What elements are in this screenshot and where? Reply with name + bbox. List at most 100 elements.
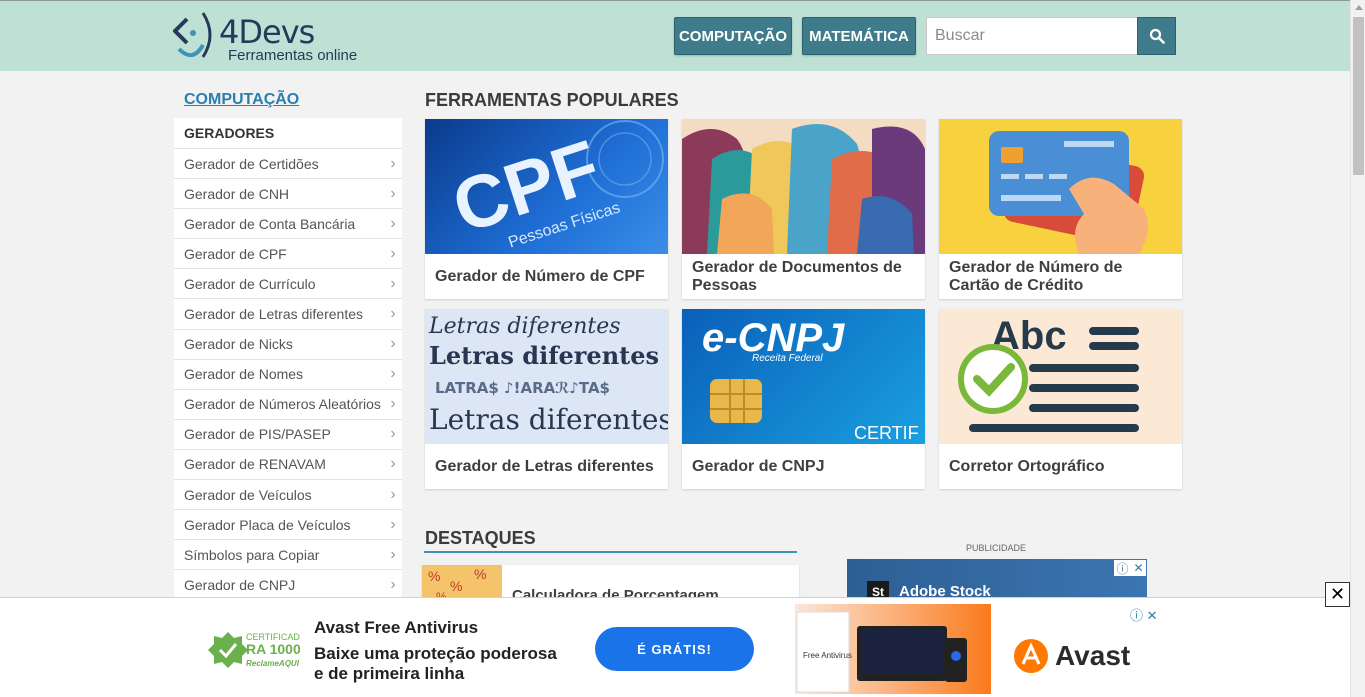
search-icon xyxy=(1149,28,1165,44)
chevron-right-icon: › xyxy=(390,214,396,232)
close-ad-button[interactable]: ✕ xyxy=(1325,582,1350,607)
scroll-thumb[interactable] xyxy=(1353,17,1364,175)
letters-line-4: Letras diferentes xyxy=(429,403,668,436)
scroll-up-arrow-icon[interactable] xyxy=(1355,5,1363,10)
card-label: Gerador de Documentos de Pessoas xyxy=(692,259,902,294)
fancy-letters-icon: Letras diferentes Letras diferentes LATR… xyxy=(428,314,668,436)
sidebar-menu: GERADORES Gerador de Certidões › Gerador … xyxy=(174,118,402,601)
chevron-right-icon: › xyxy=(390,335,396,353)
badge-line-3: ReclameAQUI xyxy=(246,659,300,668)
chevron-right-icon: › xyxy=(390,485,396,503)
cpf-card-image: CPF Pessoas Físicas xyxy=(425,119,668,254)
sidebar-item-cnpj[interactable]: Gerador de CNPJ › xyxy=(174,570,402,601)
popular-tools-title: FERRAMENTAS POPULARES xyxy=(425,90,679,110)
avast-brand-text: Avast xyxy=(1055,640,1131,671)
sidebar-item-curriculo[interactable]: Gerador de Currículo › xyxy=(174,269,402,300)
card-corretor-ortografico[interactable]: Abc Corretor Ortográfico xyxy=(939,309,1182,489)
logo-name: 4Devs xyxy=(219,13,315,51)
card-gerador-letras-diferentes[interactable]: Letras diferentes Letras diferentes LATR… xyxy=(425,309,668,489)
sidebar-item-numeros-aleatorios[interactable]: Gerador de Números Aleatórios › xyxy=(174,390,402,420)
sidebar-item-label: Gerador de Números Aleatórios xyxy=(184,396,381,413)
search-button[interactable] xyxy=(1137,17,1176,55)
chevron-right-icon: › xyxy=(390,274,396,292)
sidebar-item-cpf[interactable]: Gerador de CPF › xyxy=(174,239,402,270)
reclameaqui-badge: CERTIFICADO RA 1000 ReclameAQUI xyxy=(208,626,307,674)
chevron-right-icon: › xyxy=(390,244,396,262)
sidebar-item-certidoes[interactable]: Gerador de Certidões › xyxy=(174,149,402,180)
card-gerador-cpf[interactable]: CPF Pessoas Físicas Gerador de Número de… xyxy=(425,119,668,299)
chevron-right-icon: › xyxy=(390,395,396,413)
ad-info-icon[interactable]: ⓘ xyxy=(1116,560,1128,577)
ecnpj-card-icon: e-CNPJ Receita Federal CERTIF xyxy=(702,316,919,443)
spellcheck-icon: Abc xyxy=(958,314,1139,432)
sidebar-title[interactable]: COMPUTAÇÃO xyxy=(184,91,299,109)
nav-computacao-button[interactable]: COMPUTAÇÃO xyxy=(674,17,792,55)
people-silhouettes-icon xyxy=(682,119,925,254)
card-label: Gerador de CNPJ xyxy=(692,458,825,475)
chevron-right-icon: › xyxy=(390,455,396,473)
sidebar-item-label: Gerador de PIS/PASEP xyxy=(184,426,331,443)
fancy-letters-image: Letras diferentes Letras diferentes LATR… xyxy=(425,309,668,444)
sidebar-item-label: Gerador de Certidões xyxy=(184,155,319,172)
sidebar-item-renavam[interactable]: Gerador de RENAVAM › xyxy=(174,450,402,481)
sidebar-item-label: Gerador de CNH xyxy=(184,185,290,202)
sidebar-item-placa-veiculos[interactable]: Gerador Placa de Veículos › xyxy=(174,510,402,541)
sidebar-item-label: Gerador de Veículos xyxy=(184,486,312,503)
ecnpj-subtitle: Receita Federal xyxy=(752,353,823,364)
chevron-right-icon: › xyxy=(390,305,396,323)
avast-product-image: Free Antivirus xyxy=(795,604,991,694)
adobe-stock-ad[interactable]: St Adobe Stock xyxy=(847,559,1147,599)
site-logo[interactable]: 4Devs Ferramentas online xyxy=(173,11,357,65)
avast-brand: Avast xyxy=(1013,636,1153,676)
ecnpj-certif: CERTIF xyxy=(854,423,919,443)
product-box-text: Free Antivirus xyxy=(803,651,852,660)
chevron-right-icon: › xyxy=(390,425,396,443)
chevron-right-icon: › xyxy=(390,575,396,593)
sidebar-item-conta-bancaria[interactable]: Gerador de Conta Bancária › xyxy=(174,209,402,240)
logo-mark-icon xyxy=(173,12,212,58)
site-header: 4Devs Ferramentas online COMPUTAÇÃO MATE… xyxy=(0,0,1350,71)
chevron-right-icon: › xyxy=(390,365,396,383)
sidebar-item-label: Símbolos para Copiar xyxy=(184,546,320,563)
sidebar-item-nicks[interactable]: Gerador de Nicks › xyxy=(174,330,402,360)
sidebar-item-nomes[interactable]: Gerador de Nomes › xyxy=(174,360,402,390)
letters-line-2: Letras diferentes xyxy=(429,341,659,370)
page-scrollbar[interactable] xyxy=(1350,0,1365,697)
chevron-right-icon: › xyxy=(390,154,396,172)
close-icon: ✕ xyxy=(1329,584,1346,604)
ad-cta-button[interactable]: É GRÁTIS! xyxy=(595,627,754,671)
card-gerador-documentos-pessoas[interactable]: Gerador de Documentos de Pessoas xyxy=(682,119,925,299)
card-gerador-cartao-credito[interactable]: Gerador de Número de Cartão de Crédito xyxy=(939,119,1182,299)
sidebar-item-letras-diferentes[interactable]: Gerador de Letras diferentes › xyxy=(174,299,402,330)
sidebar-section-geradores: GERADORES xyxy=(174,118,402,149)
sidebar-item-pis-pasep[interactable]: Gerador de PIS/PASEP › xyxy=(174,420,402,450)
sidebar-item-label: Gerador Placa de Veículos xyxy=(184,516,351,533)
sidebar-item-simbolos[interactable]: Símbolos para Copiar › xyxy=(174,540,402,571)
sidebar-item-cnh[interactable]: Gerador de CNH › xyxy=(174,179,402,210)
svg-text:%: % xyxy=(428,568,440,584)
chevron-right-icon: › xyxy=(390,545,396,563)
ad-info-icon[interactable]: ⓘ xyxy=(1130,608,1143,623)
ad-close-icon[interactable]: ✕ xyxy=(1147,608,1158,623)
credit-card-icon xyxy=(939,119,1182,254)
sidebar-item-label: Gerador de RENAVAM xyxy=(184,456,326,473)
ad-choices-icons[interactable]: ⓘ ✕ xyxy=(1114,560,1146,576)
cpf-document-icon: CPF Pessoas Físicas xyxy=(443,120,664,252)
nav-matematica-button[interactable]: MATEMÁTICA xyxy=(802,17,916,55)
people-silhouettes-image xyxy=(682,119,925,254)
card-label: Gerador de Letras diferentes xyxy=(435,458,654,475)
bottom-ad-choices[interactable]: ⓘ ✕ xyxy=(1130,605,1158,624)
sidebar-item-label: Gerador de Nomes xyxy=(184,366,304,383)
avast-logo-icon xyxy=(1014,639,1048,673)
search-input[interactable] xyxy=(926,17,1138,55)
card-label: Corretor Ortográfico xyxy=(949,458,1105,475)
ad-title: Avast Free Antivirus xyxy=(314,618,479,637)
sidebar-item-label: Gerador de CPF xyxy=(184,245,287,262)
sidebar-item-veiculos[interactable]: Gerador de Veículos › xyxy=(174,480,402,511)
card-gerador-cnpj[interactable]: e-CNPJ Receita Federal CERTIF Gerador de… xyxy=(682,309,925,489)
logo-tagline: Ferramentas online xyxy=(228,47,358,64)
highlights-title: DESTAQUES xyxy=(425,528,536,548)
ad-close-icon[interactable]: ✕ xyxy=(1133,561,1143,575)
spellcheck-image: Abc xyxy=(939,309,1182,444)
publicity-label: PUBLICIDADE xyxy=(966,543,1027,553)
